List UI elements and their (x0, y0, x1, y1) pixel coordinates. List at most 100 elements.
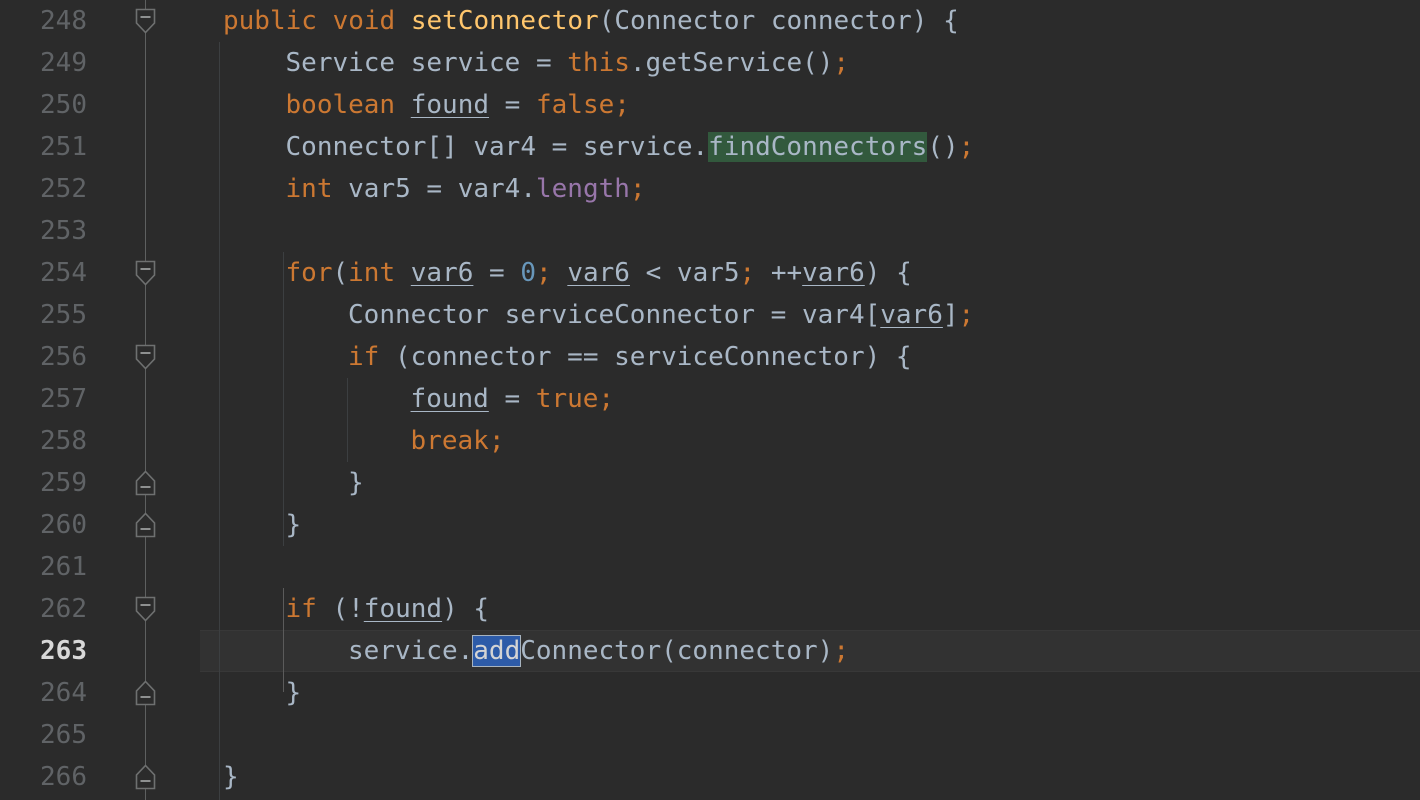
code-line[interactable]: found = true; (411, 378, 615, 420)
gutter-row[interactable]: 263 (0, 630, 200, 672)
code-editor[interactable]: public void setConnector(Connector conne… (0, 0, 1420, 800)
code-line[interactable]: } (286, 504, 302, 546)
keyword-token: true (535, 384, 599, 414)
line-number[interactable]: 250 (0, 84, 87, 126)
code-line[interactable]: boolean found = false; (286, 84, 630, 126)
keyword-token: this (567, 48, 630, 78)
fold-region-end-icon[interactable] (135, 512, 156, 538)
code-token: < var5 (629, 258, 740, 288)
keyword-token: int (285, 174, 333, 204)
code-token: = (473, 258, 521, 288)
code-token: ; (614, 90, 630, 120)
fold-collapse-icon[interactable] (135, 8, 156, 34)
local-variable-token: found (363, 594, 443, 624)
gutter-row[interactable]: 260 (0, 504, 200, 546)
keyword-token: int (348, 258, 396, 288)
gutter-row[interactable]: 252 (0, 168, 200, 210)
gutter-row[interactable]: 254 (0, 252, 200, 294)
code-line[interactable]: } (348, 462, 364, 504)
editor-gutter[interactable]: 248 249 250 251 252 253 254 255 256 257 258 259 260 2… (0, 0, 200, 800)
code-token: } (285, 678, 302, 708)
gutter-row[interactable]: 259 (0, 462, 200, 504)
gutter-row[interactable]: 262 (0, 588, 200, 630)
line-number[interactable]: 249 (0, 42, 87, 84)
gutter-row[interactable]: 250 (0, 84, 200, 126)
code-token: } (223, 762, 239, 792)
code-token: ] (942, 300, 959, 330)
line-number[interactable]: 252 (0, 168, 87, 210)
code-token: (connector == serviceConnector) { (379, 342, 912, 372)
line-number[interactable]: 253 (0, 210, 87, 252)
code-text-area[interactable]: public void setConnector(Connector conne… (0, 0, 1420, 800)
line-number[interactable]: 254 (0, 252, 87, 294)
line-number[interactable]: 248 (0, 0, 87, 42)
code-token: var5 = var4. (332, 174, 536, 204)
gutter-row[interactable]: 257 (0, 378, 200, 420)
code-line[interactable]: if (connector == serviceConnector) { (348, 336, 912, 378)
line-number[interactable]: 266 (0, 756, 87, 798)
gutter-row[interactable]: 261 (0, 546, 200, 588)
code-line[interactable]: Connector serviceConnector = var4[var6]; (348, 294, 974, 336)
line-number[interactable]: 264 (0, 672, 87, 714)
fold-collapse-icon[interactable] (135, 344, 156, 370)
keyword-token: public (223, 6, 317, 36)
gutter-row[interactable]: 249 (0, 42, 200, 84)
code-line[interactable]: for(int var6 = 0; var6 < var5; ++var6) { (286, 252, 912, 294)
code-line[interactable]: public void setConnector(Connector conne… (223, 0, 959, 42)
line-number[interactable]: 265 (0, 714, 87, 756)
line-number[interactable]: 255 (0, 294, 87, 336)
line-number[interactable]: 260 (0, 504, 87, 546)
keyword-token: false (536, 90, 615, 120)
local-variable-token: var6 (567, 258, 630, 288)
code-line[interactable]: } (286, 672, 302, 714)
method-name-token: setConnector (410, 6, 599, 36)
keyword-token: boolean (285, 90, 396, 120)
line-number[interactable]: 262 (0, 588, 87, 630)
field-token: length (535, 174, 630, 204)
keyword-token: if (285, 594, 317, 624)
gutter-row[interactable]: 265 (0, 714, 200, 756)
line-number[interactable]: 257 (0, 378, 87, 420)
code-line[interactable]: int var5 = var4.length; (286, 168, 646, 210)
line-number[interactable]: 261 (0, 546, 87, 588)
code-line[interactable]: break; (411, 420, 505, 462)
code-token: service. (348, 636, 474, 666)
code-line[interactable]: service.addConnector(connector); (348, 630, 849, 672)
code-line[interactable]: } (223, 756, 239, 798)
local-variable-token: var6 (802, 258, 865, 288)
code-line[interactable]: Service service = this.getService(); (286, 42, 850, 84)
gutter-row[interactable]: 264 (0, 672, 200, 714)
keyword-token: void (332, 6, 396, 36)
gutter-row[interactable]: 255 (0, 294, 200, 336)
fold-region-end-icon[interactable] (135, 680, 156, 706)
fold-region-end-icon[interactable] (135, 764, 156, 790)
gutter-row[interactable]: 251 (0, 126, 200, 168)
selected-text: add (473, 636, 521, 666)
line-number[interactable]: 251 (0, 126, 87, 168)
usage-highlight-text: findConnectors (708, 132, 928, 162)
gutter-row[interactable]: 256 (0, 336, 200, 378)
code-line[interactable]: if (!found) { (286, 588, 490, 630)
fold-collapse-icon[interactable] (135, 596, 156, 622)
gutter-row[interactable]: 248 (0, 0, 200, 42)
code-token: ; (598, 384, 615, 414)
code-token: ; (833, 636, 849, 666)
gutter-row[interactable]: 258 (0, 420, 200, 462)
line-number[interactable]: 263 (0, 630, 87, 672)
fold-region-end-icon[interactable] (135, 470, 156, 496)
gutter-row[interactable]: 266 (0, 756, 200, 798)
local-variable-token: found (410, 384, 489, 414)
code-token: = (489, 90, 536, 120)
line-number[interactable]: 258 (0, 420, 87, 462)
code-token: ; (958, 132, 975, 162)
gutter-row[interactable]: 253 (0, 210, 200, 252)
code-line[interactable]: Connector[] var4 = service.findConnector… (286, 126, 975, 168)
line-number[interactable]: 259 (0, 462, 87, 504)
fold-collapse-icon[interactable] (135, 260, 156, 286)
keyword-token: break (410, 426, 489, 456)
code-token: = (488, 384, 536, 414)
line-number[interactable]: 256 (0, 336, 87, 378)
